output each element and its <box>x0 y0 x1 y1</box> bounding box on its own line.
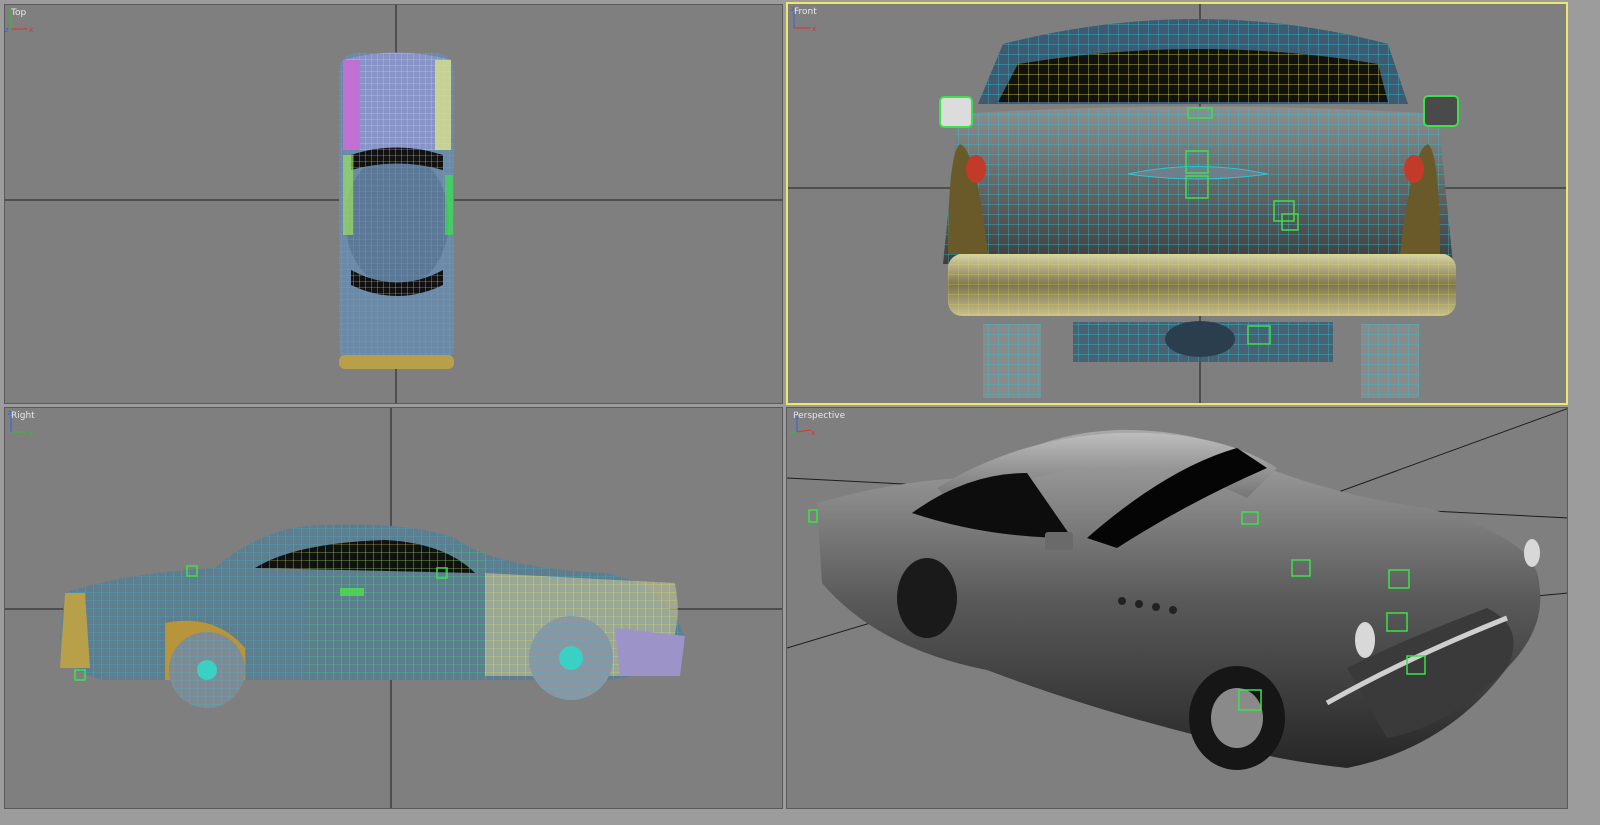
svg-text:x: x <box>812 25 816 33</box>
viewport-top[interactable]: Top x y z <box>4 4 783 404</box>
svg-text:z: z <box>5 26 9 34</box>
viewport-perspective[interactable]: Perspective x z <box>786 407 1568 809</box>
viewport-front[interactable]: Front x z <box>786 2 1568 405</box>
car-perspective-render[interactable] <box>817 429 1541 770</box>
top-view-canvas[interactable] <box>5 5 783 404</box>
svg-text:x: x <box>811 429 815 437</box>
mirror-right[interactable] <box>1423 95 1459 127</box>
viewport-right[interactable]: Right y z <box>4 407 783 809</box>
viewport-label[interactable]: Top <box>11 8 26 18</box>
viewport-label[interactable]: Right <box>11 411 35 421</box>
front-view-canvas[interactable] <box>788 4 1566 403</box>
car-side-wireframe[interactable] <box>60 524 685 709</box>
svg-text:y: y <box>29 429 33 437</box>
svg-text:x: x <box>29 26 33 34</box>
viewport-label[interactable]: Perspective <box>793 411 845 421</box>
car-top-wireframe[interactable] <box>339 52 454 370</box>
mirror-left[interactable] <box>939 96 973 128</box>
right-view-canvas[interactable] <box>5 408 783 809</box>
viewport-label[interactable]: Front <box>794 7 817 17</box>
car-front-wireframe[interactable] <box>943 19 1456 398</box>
side-mirror <box>1045 532 1073 550</box>
perspective-view-canvas[interactable] <box>787 408 1568 809</box>
helper-box[interactable] <box>808 509 818 523</box>
door-handle <box>340 588 364 596</box>
